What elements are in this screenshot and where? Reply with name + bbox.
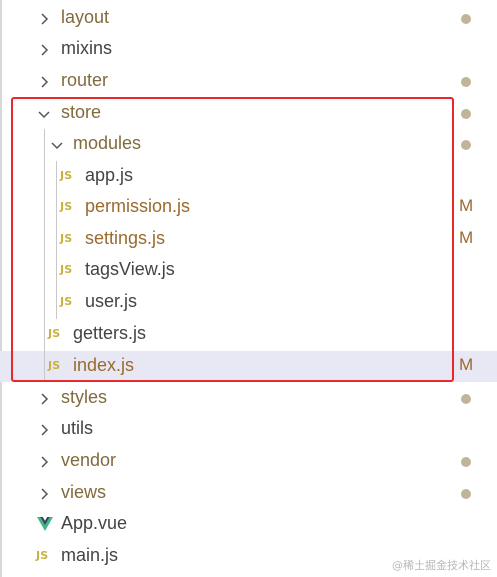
tree-item-router[interactable]: router (0, 66, 497, 97)
tree-item-label: vendor (61, 450, 117, 470)
status-dot (461, 14, 471, 24)
tree-item-label: styles (61, 387, 108, 407)
tree-item-app-vue[interactable]: App.vue (0, 509, 497, 540)
js-file-icon: JS (60, 169, 73, 182)
js-file-icon: JS (60, 295, 73, 308)
chevron-right-icon[interactable] (37, 392, 51, 406)
tree-item-store[interactable]: store (0, 98, 497, 129)
tree-item-label: mixins (61, 38, 113, 58)
tree-item-user-js[interactable]: JS user.js (0, 287, 497, 318)
tree-item-index-js[interactable]: JS index.js M (0, 351, 497, 382)
chevron-right-icon[interactable] (37, 75, 51, 89)
tree-item-label: router (61, 70, 109, 90)
tree-item-label: App.vue (61, 513, 128, 533)
tree-item-label: app.js (85, 165, 134, 185)
tree-item-label: main.js (61, 545, 119, 565)
tree-item-app-js[interactable]: JS app.js (0, 161, 497, 192)
chevron-right-icon[interactable] (37, 423, 51, 437)
js-file-icon: JS (60, 232, 73, 245)
chevron-down-icon[interactable] (50, 138, 64, 152)
tree-item-mixins[interactable]: mixins (0, 34, 497, 65)
tree-item-layout[interactable]: layout (0, 3, 497, 34)
tree-item-styles[interactable]: styles (0, 383, 497, 414)
tree-item-label: utils (61, 418, 94, 438)
indent-guide (44, 129, 45, 382)
tree-item-label: index.js (73, 355, 135, 375)
status-dot (461, 394, 471, 404)
js-file-icon: JS (60, 200, 73, 213)
modified-badge: M (459, 196, 474, 215)
tree-item-label: user.js (85, 291, 138, 311)
status-dot (461, 140, 471, 150)
tree-item-tagsview-js[interactable]: JS tagsView.js (0, 255, 497, 286)
tree-item-modules[interactable]: modules (0, 129, 497, 160)
tree-item-label: views (61, 482, 107, 502)
tree-item-label: getters.js (73, 323, 147, 343)
status-dot (461, 109, 471, 119)
vue-file-icon (37, 517, 53, 531)
tree-item-label: modules (73, 133, 142, 153)
js-file-icon: JS (36, 549, 49, 562)
chevron-right-icon[interactable] (37, 12, 51, 26)
status-dot (461, 489, 471, 499)
tree-item-views[interactable]: views (0, 478, 497, 509)
chevron-right-icon[interactable] (37, 487, 51, 501)
tree-item-label: tagsView.js (85, 259, 175, 279)
chevron-right-icon[interactable] (37, 43, 51, 57)
js-file-icon: JS (48, 327, 61, 340)
modified-badge: M (459, 355, 474, 374)
tree-item-vendor[interactable]: vendor (0, 446, 497, 477)
modified-badge: M (459, 228, 474, 247)
watermark: @稀土掘金技术社区 (392, 559, 491, 572)
tree-item-getters-js[interactable]: JS getters.js (0, 319, 497, 350)
js-file-icon: JS (48, 359, 61, 372)
tree-item-label: settings.js (85, 228, 166, 248)
status-dot (461, 457, 471, 467)
tree-item-label: store (61, 102, 102, 122)
tree-item-settings-js[interactable]: JS settings.js M (0, 224, 497, 255)
status-dot (461, 77, 471, 87)
indent-guide (56, 161, 57, 319)
js-file-icon: JS (60, 263, 73, 276)
chevron-right-icon[interactable] (37, 455, 51, 469)
tree-item-label: layout (61, 7, 110, 27)
chevron-down-icon[interactable] (37, 107, 51, 121)
tree-item-utils[interactable]: utils (0, 414, 497, 445)
tree-item-permission-js[interactable]: JS permission.js M (0, 192, 497, 223)
tree-item-label: permission.js (85, 196, 191, 216)
